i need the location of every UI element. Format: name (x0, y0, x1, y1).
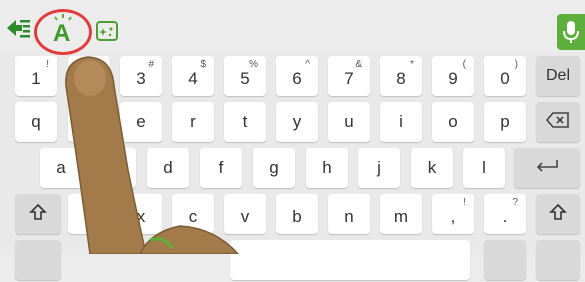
key-4[interactable]: 4 $ (172, 56, 214, 96)
qwerty-row: q w e r t y u i o p (0, 98, 585, 144)
highlight-circle (34, 9, 92, 55)
key-comma[interactable]: , ! (432, 194, 474, 234)
key-2[interactable]: 2 @ (68, 56, 110, 96)
partial-bottom-row (0, 236, 585, 282)
key-l[interactable]: l (463, 148, 505, 188)
key-f[interactable]: f (200, 148, 242, 188)
enter-icon (534, 158, 560, 179)
ctrl-key[interactable] (15, 240, 61, 280)
key-d[interactable]: d (147, 148, 189, 188)
key-q[interactable]: q (15, 102, 57, 142)
delete-button[interactable]: Del (536, 56, 580, 96)
key-n[interactable]: n (328, 194, 370, 234)
key-g[interactable]: g (253, 148, 295, 188)
keyboard-toolbar: A (0, 0, 585, 55)
nav-key-right[interactable] (536, 240, 580, 280)
key-h[interactable]: h (306, 148, 348, 188)
key-1[interactable]: 1 ! (15, 56, 57, 96)
key-x[interactable]: x (120, 194, 162, 234)
shift-left-button[interactable] (15, 194, 61, 234)
emoji-sticker-icon[interactable] (94, 18, 120, 44)
key-o[interactable]: o (432, 102, 474, 142)
key-7[interactable]: 7 & (328, 56, 370, 96)
key-c[interactable]: c (172, 194, 214, 234)
key-a[interactable]: a (40, 148, 82, 188)
key-5[interactable]: 5 % (224, 56, 266, 96)
exit-keyboard-icon[interactable] (4, 14, 32, 42)
shift-icon (549, 203, 567, 226)
number-row: 1 ! 2 @ 3 # 4 $ 5 % 6 ^ 7 & 8 * 9 (0) … (0, 52, 585, 98)
microphone-icon[interactable] (557, 14, 585, 50)
backspace-icon (545, 111, 570, 133)
key-b[interactable]: b (276, 194, 318, 234)
key-y[interactable]: y (276, 102, 318, 142)
key-period[interactable]: . ? (484, 194, 526, 234)
key-p[interactable]: p (484, 102, 526, 142)
key-8[interactable]: 8 * (380, 56, 422, 96)
key-k[interactable]: k (411, 148, 453, 188)
bottom-row: z x c v b n m , ! . ? (0, 190, 585, 236)
key-w[interactable]: w (68, 102, 110, 142)
key-u[interactable]: u (328, 102, 370, 142)
key-s[interactable]: s (94, 148, 136, 188)
key-0[interactable]: 0 ) (484, 56, 526, 96)
key-t[interactable]: t (224, 102, 266, 142)
nav-key-left[interactable] (484, 240, 526, 280)
shift-right-button[interactable] (536, 194, 580, 234)
spacebar[interactable] (230, 240, 470, 280)
key-j[interactable]: j (358, 148, 400, 188)
key-6[interactable]: 6 ^ (276, 56, 318, 96)
home-row: a s d f g h j k l (0, 144, 585, 190)
key-3[interactable]: 3 # (120, 56, 162, 96)
shift-icon (29, 203, 47, 226)
key-m[interactable]: m (380, 194, 422, 234)
key-r[interactable]: r (172, 102, 214, 142)
key-i[interactable]: i (380, 102, 422, 142)
enter-button[interactable] (514, 148, 580, 188)
backspace-button[interactable] (536, 102, 580, 142)
key-9[interactable]: 9 ( (432, 56, 474, 96)
key-e[interactable]: e (120, 102, 162, 142)
key-v[interactable]: v (224, 194, 266, 234)
key-z[interactable]: z (68, 194, 110, 234)
keyboard: A 1 ! 2 @ 3 # 4 $ 5 % 6 ^ 7 & 8 * 9 (0 … (0, 0, 585, 280)
